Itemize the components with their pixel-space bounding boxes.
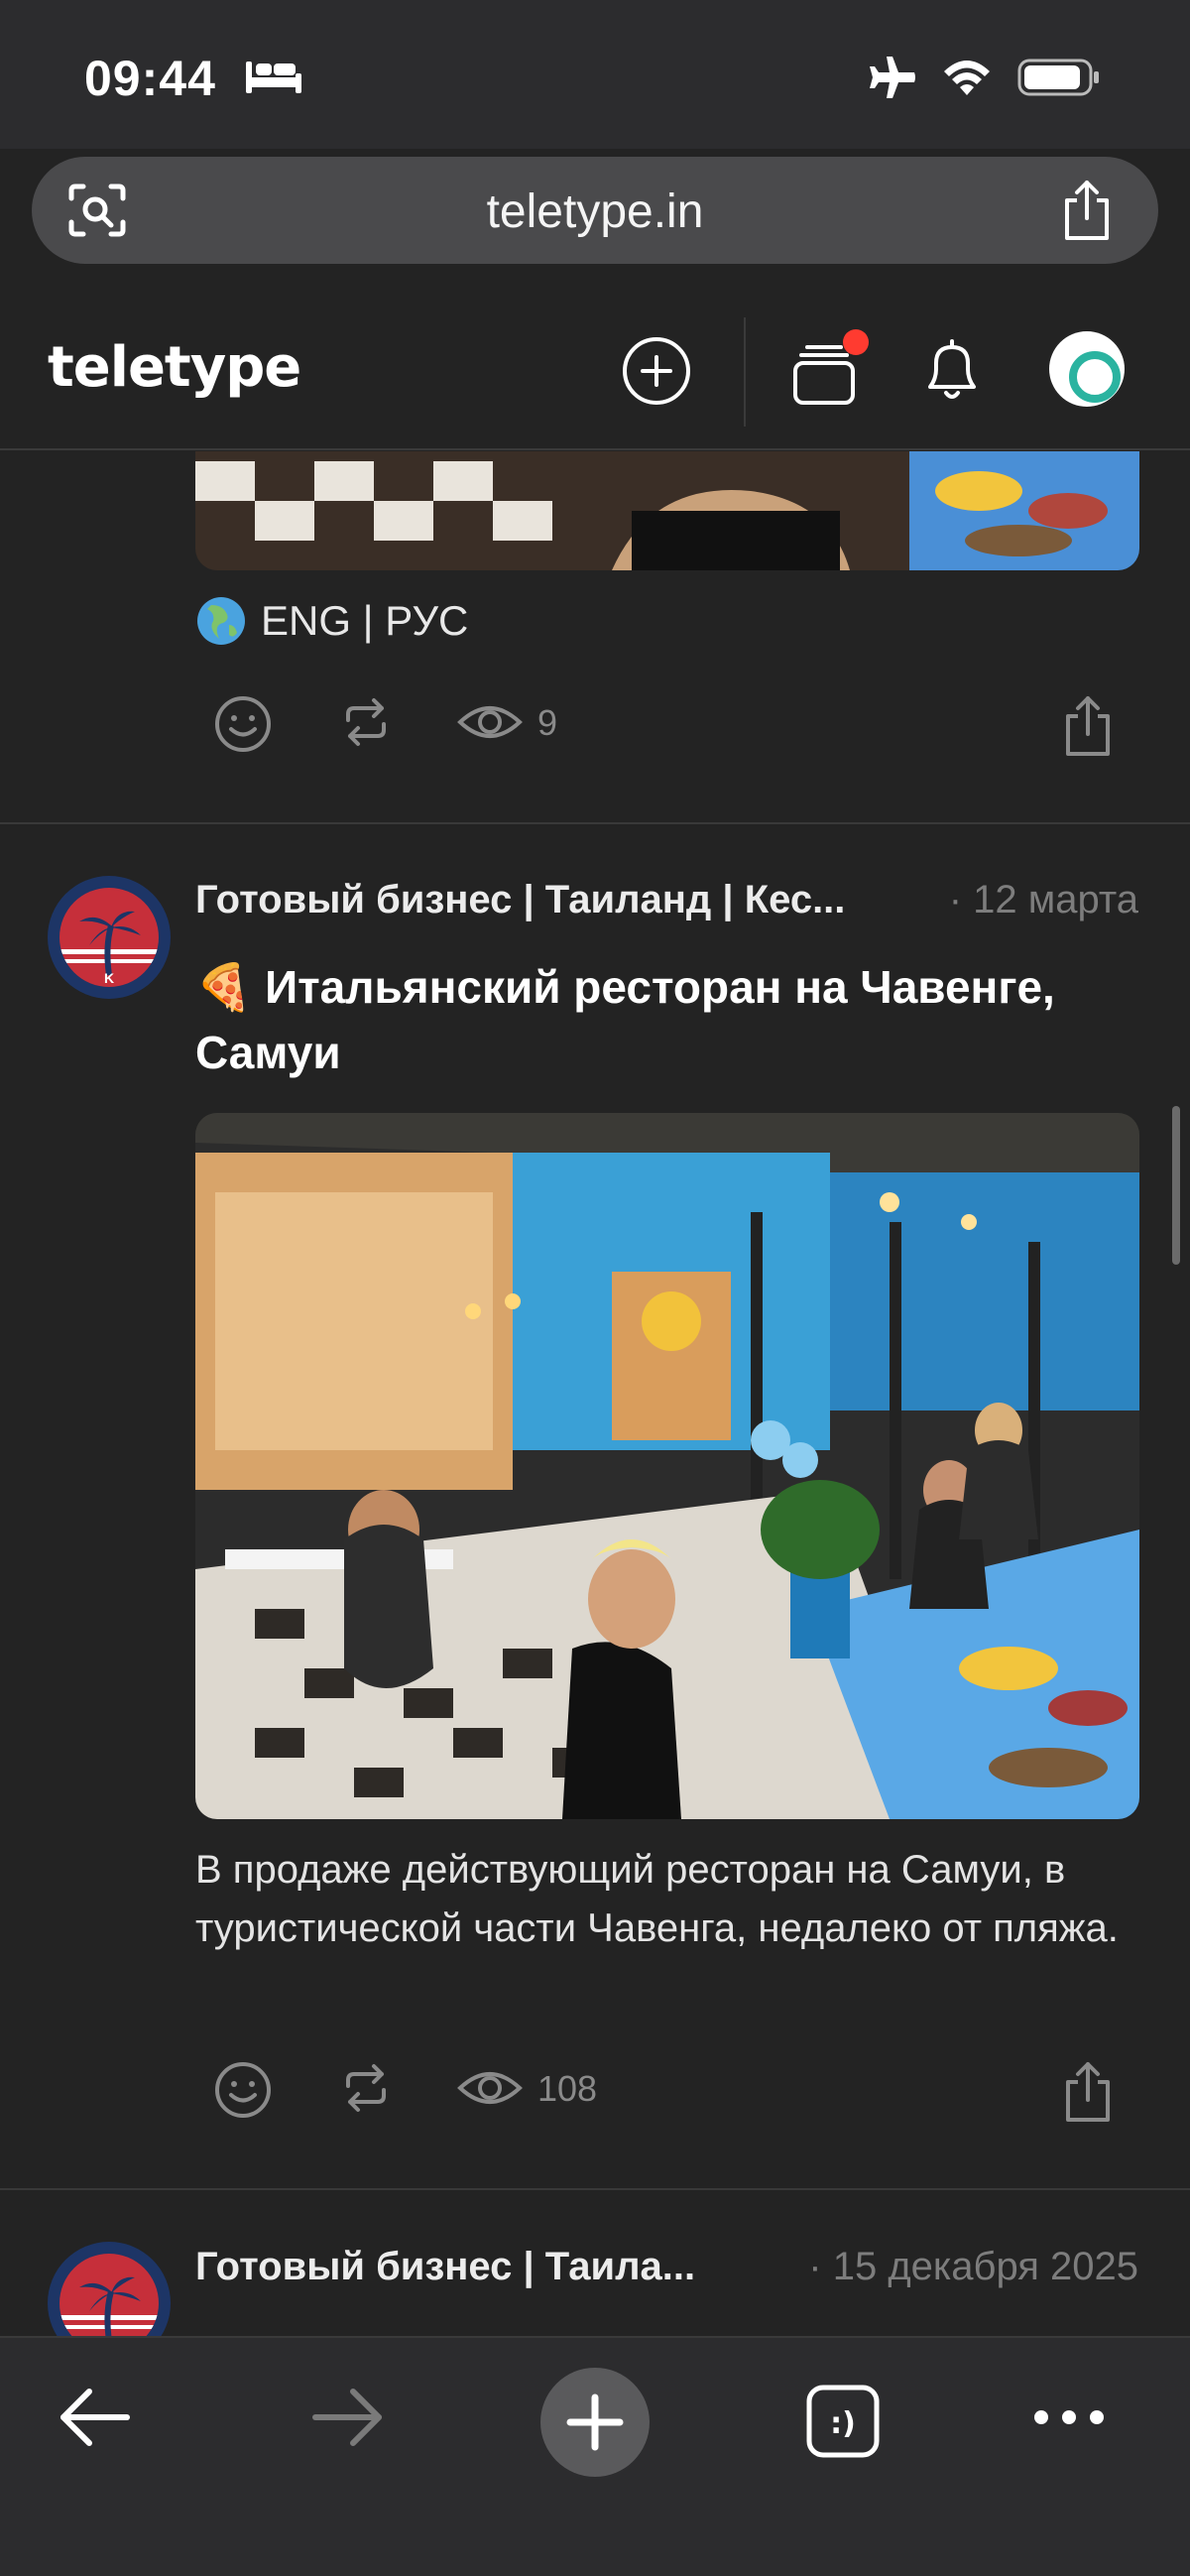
svg-text:K: K [104,970,114,986]
post-author[interactable]: Готовый бизнес | Таиланд | Кес... [195,878,845,922]
status-time: 09:44 [84,51,216,106]
wifi-icon [944,61,990,95]
channel-avatar[interactable]: K [48,876,171,999]
share-icon[interactable] [1060,694,1116,758]
share-icon[interactable] [1059,179,1115,242]
palm-logo-icon: K [60,911,159,986]
globe-icon [197,597,245,645]
reaction-icon[interactable] [213,2060,273,2120]
post-actions: 9 [195,684,1139,764]
language-switch[interactable]: ENG | РУС [195,595,468,647]
tabs-switcher-icon[interactable]: :) [805,2384,881,2459]
new-tab-button[interactable] [540,2368,650,2477]
feed-stack-button[interactable] [787,329,869,409]
post-title[interactable]: 🍕 Итальянский ресторан на Чавенге, Самуи [195,954,1147,1085]
notification-dot [843,329,869,355]
sleep-focus-icon [246,61,301,93]
address-bar[interactable]: teletype.in [32,157,1158,264]
scrollbar[interactable] [1172,1106,1180,1265]
share-icon[interactable] [1060,2060,1116,2124]
channel-avatar[interactable] [48,2242,171,2336]
forward-arrow-icon[interactable] [309,2386,385,2449]
create-post-icon[interactable] [619,333,694,409]
back-arrow-icon[interactable] [58,2386,133,2449]
more-menu-icon[interactable] [1031,2403,1107,2431]
views-eye-icon [457,2072,523,2104]
views-eye-icon [457,706,523,738]
header-divider [744,317,746,427]
bell-icon[interactable] [914,333,990,409]
post-separator [0,2188,1190,2190]
views-count: 108 [537,2068,598,2109]
browser-toolbar: :) [0,2336,1190,2576]
teletype-logo[interactable]: teletype [48,335,301,400]
post-separator [0,822,1190,824]
repost-icon[interactable] [338,2060,394,2116]
feed: ENG | РУС 9 K Готовый бизнес | Таиланд |… [0,451,1190,2336]
post-image[interactable] [195,1113,1139,1819]
language-text: ENG | РУС [261,597,469,644]
palm-logo-icon [60,2276,159,2336]
airplane-mode-icon [870,57,915,98]
plus-icon [566,2393,624,2451]
post-image[interactable] [195,451,1139,570]
post-author[interactable]: Готовый бизнес | Таила... [195,2245,695,2289]
site-header: teletype [0,294,1190,450]
svg-text::): :) [830,2406,856,2441]
user-avatar[interactable] [1049,331,1125,407]
post-actions: 108 [195,2050,1139,2130]
pizza-emoji-icon: 🍕 [195,961,253,1013]
reaction-icon[interactable] [213,694,273,754]
battery-icon [1017,59,1099,96]
post-excerpt[interactable]: В продаже действующий ресторан на Самуи,… [195,1841,1139,1958]
post-date: · 12 марта [948,878,1138,921]
status-bar: 09:44 [0,0,1190,149]
views-count: 9 [537,702,558,743]
post-title-text: Итальянский ресторан на Чавенге, Самуи [195,961,1055,1078]
post-date: · 15 декабря 2025 [808,2245,1138,2288]
url-text: teletype.in [486,185,704,238]
repost-icon[interactable] [338,694,394,750]
